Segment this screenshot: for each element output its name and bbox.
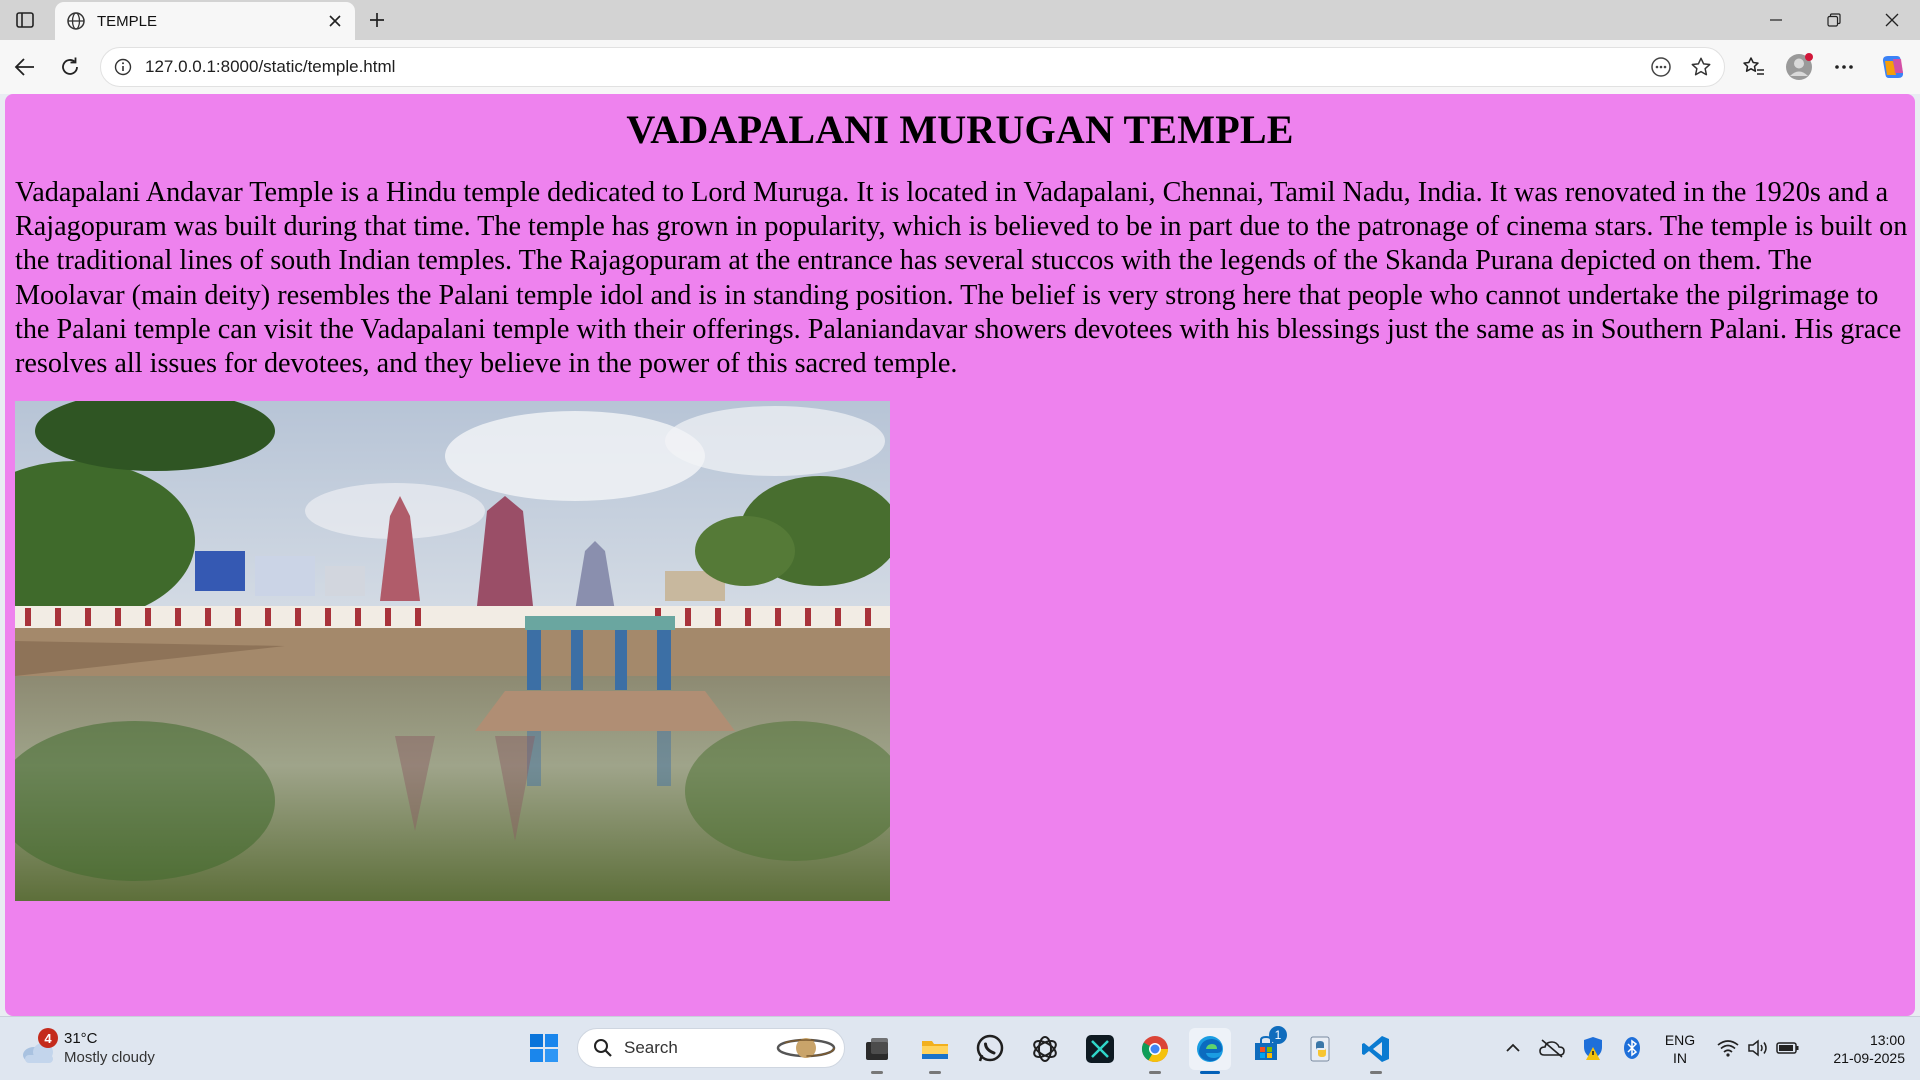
volume-icon[interactable] [1743,1033,1773,1063]
site-info-icon[interactable] [111,55,135,79]
chevron-up-icon[interactable] [1498,1033,1528,1063]
reader-mode-icon[interactable] [1644,50,1678,84]
weather-temperature: 31°C [64,1030,98,1047]
taskbar-search[interactable]: Search [577,1028,845,1068]
language-code: ENG [1664,1032,1696,1048]
clock-time: 13:00 [1869,1032,1905,1048]
store-update-badge: 1 [1269,1026,1287,1044]
favorite-star-icon[interactable] [1684,50,1718,84]
file-manager-icon[interactable] [856,1028,898,1074]
windows-taskbar: 4 31°C Mostly cloudy Search 1 ENG IN 13:… [0,1016,1920,1080]
onedrive-icon[interactable] [1537,1033,1567,1063]
clock-date: 21-09-2025 [1833,1050,1905,1066]
url-text[interactable]: 127.0.0.1:8000/static/temple.html [145,57,1644,77]
back-arrow-icon[interactable] [8,50,42,84]
minimize-icon[interactable] [1748,0,1804,40]
running-indicator [929,1071,941,1074]
system-clock[interactable]: 13:00 21-09-2025 [1805,1031,1905,1067]
saturn-icon [774,1031,838,1065]
chrome-icon[interactable] [1134,1028,1176,1074]
search-label: Search [624,1038,678,1057]
language-indicator[interactable]: ENG IN [1660,1031,1700,1067]
address-bar[interactable]: 127.0.0.1:8000/static/temple.html [100,47,1725,87]
weather-condition: Mostly cloudy [64,1049,155,1066]
bluetooth-icon[interactable] [1617,1033,1647,1063]
profile-avatar-icon[interactable] [1782,50,1816,84]
sidebar-toggle-icon[interactable] [10,6,40,34]
edge-icon[interactable] [1189,1028,1231,1074]
favorites-list-icon[interactable] [1737,50,1771,84]
copilot-icon[interactable] [1876,50,1910,84]
defender-icon[interactable] [1578,1033,1608,1063]
running-indicator [871,1071,883,1074]
microsoft-store-icon[interactable]: 1 [1245,1026,1287,1070]
temple-description: Vadapalani Andavar Temple is a Hindu tem… [15,177,1908,380]
weather-alert-badge: 4 [38,1028,58,1048]
capcut-icon[interactable] [1079,1028,1121,1070]
region-code: IN [1673,1050,1687,1066]
page-title: VADAPALANI MURUGAN TEMPLE [626,107,1294,152]
tab-title: TEMPLE [97,12,158,30]
search-icon [592,1037,614,1059]
close-window-icon[interactable] [1864,0,1920,40]
running-indicator [1370,1071,1382,1074]
chatgpt-icon[interactable] [1024,1028,1066,1070]
more-options-icon[interactable] [1827,50,1861,84]
running-indicator [1200,1071,1220,1074]
browser-tab-active[interactable]: TEMPLE [55,2,355,40]
temple-photo [15,401,890,901]
start-icon[interactable] [527,1031,561,1065]
page-viewport: VADAPALANI MURUGAN TEMPLE Vadapalani And… [5,94,1915,1016]
restore-icon[interactable] [1806,0,1862,40]
running-indicator [1149,1071,1161,1074]
battery-icon[interactable] [1773,1033,1803,1063]
vscode-icon[interactable] [1355,1028,1397,1074]
new-tab-icon[interactable] [362,6,392,34]
python-icon[interactable] [1300,1028,1342,1070]
close-tab-icon[interactable] [321,7,349,35]
browser-title-bar: TEMPLE [0,0,1920,40]
whatsapp-icon[interactable] [969,1028,1011,1070]
browser-toolbar: 127.0.0.1:8000/static/temple.html [0,40,1920,94]
globe-icon [65,10,87,32]
wifi-icon[interactable] [1713,1033,1743,1063]
refresh-icon[interactable] [53,50,87,84]
weather-widget[interactable]: 4 31°C Mostly cloudy [20,1027,170,1071]
file-explorer-icon[interactable] [914,1028,956,1074]
